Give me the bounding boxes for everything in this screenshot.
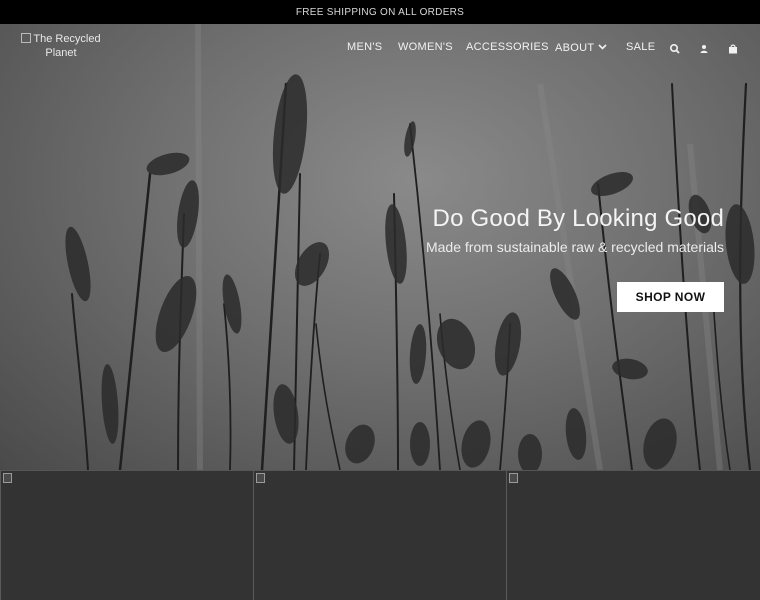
shop-now-button[interactable]: SHOP NOW: [617, 282, 724, 312]
nav-label: SALE: [626, 41, 656, 53]
nav-item-sale[interactable]: SALE: [626, 41, 655, 53]
broken-image-icon: [21, 33, 32, 43]
site-logo[interactable]: The Recycled Planet: [18, 32, 104, 60]
announcement-bar: FREE SHIPPING ON ALL ORDERS: [0, 0, 760, 24]
nav-item-mens[interactable]: MEN'S: [347, 41, 382, 53]
collection-tile-2[interactable]: [253, 470, 506, 600]
collection-tiles: [0, 470, 760, 600]
nav-item-accessories[interactable]: ACCESSORIES: [466, 41, 549, 53]
nav-item-womens[interactable]: WOMEN'S: [398, 41, 453, 53]
broken-image-icon: [509, 473, 518, 483]
broken-image-icon: [256, 473, 265, 483]
announcement-text: FREE SHIPPING ON ALL ORDERS: [295, 6, 465, 18]
site-header: The Recycled Planet MEN'S WOMEN'S ACCESS…: [0, 24, 760, 70]
hero-subtitle: Made from sustainable raw & recycled mat…: [425, 239, 724, 255]
search-icon[interactable]: [669, 42, 681, 54]
collection-tile-1[interactable]: [0, 470, 253, 600]
nav-label: ACCESSORIES: [466, 41, 549, 53]
broken-image-icon: [3, 473, 12, 483]
cart-icon[interactable]: [727, 42, 739, 54]
hero-text: Do Good By Looking Good Made from sustai…: [426, 205, 724, 255]
chevron-down-icon: [598, 41, 607, 53]
nav-label: MEN'S: [347, 41, 383, 53]
nav-item-about[interactable]: ABOUT: [555, 41, 607, 54]
collection-tile-3[interactable]: [506, 470, 760, 600]
hero-title: Do Good By Looking Good: [432, 205, 724, 232]
account-icon[interactable]: [698, 42, 710, 54]
logo-alt-text: The Recycled Planet: [33, 33, 101, 59]
nav-label: WOMEN'S: [398, 41, 453, 53]
nav-label: ABOUT: [555, 42, 595, 54]
